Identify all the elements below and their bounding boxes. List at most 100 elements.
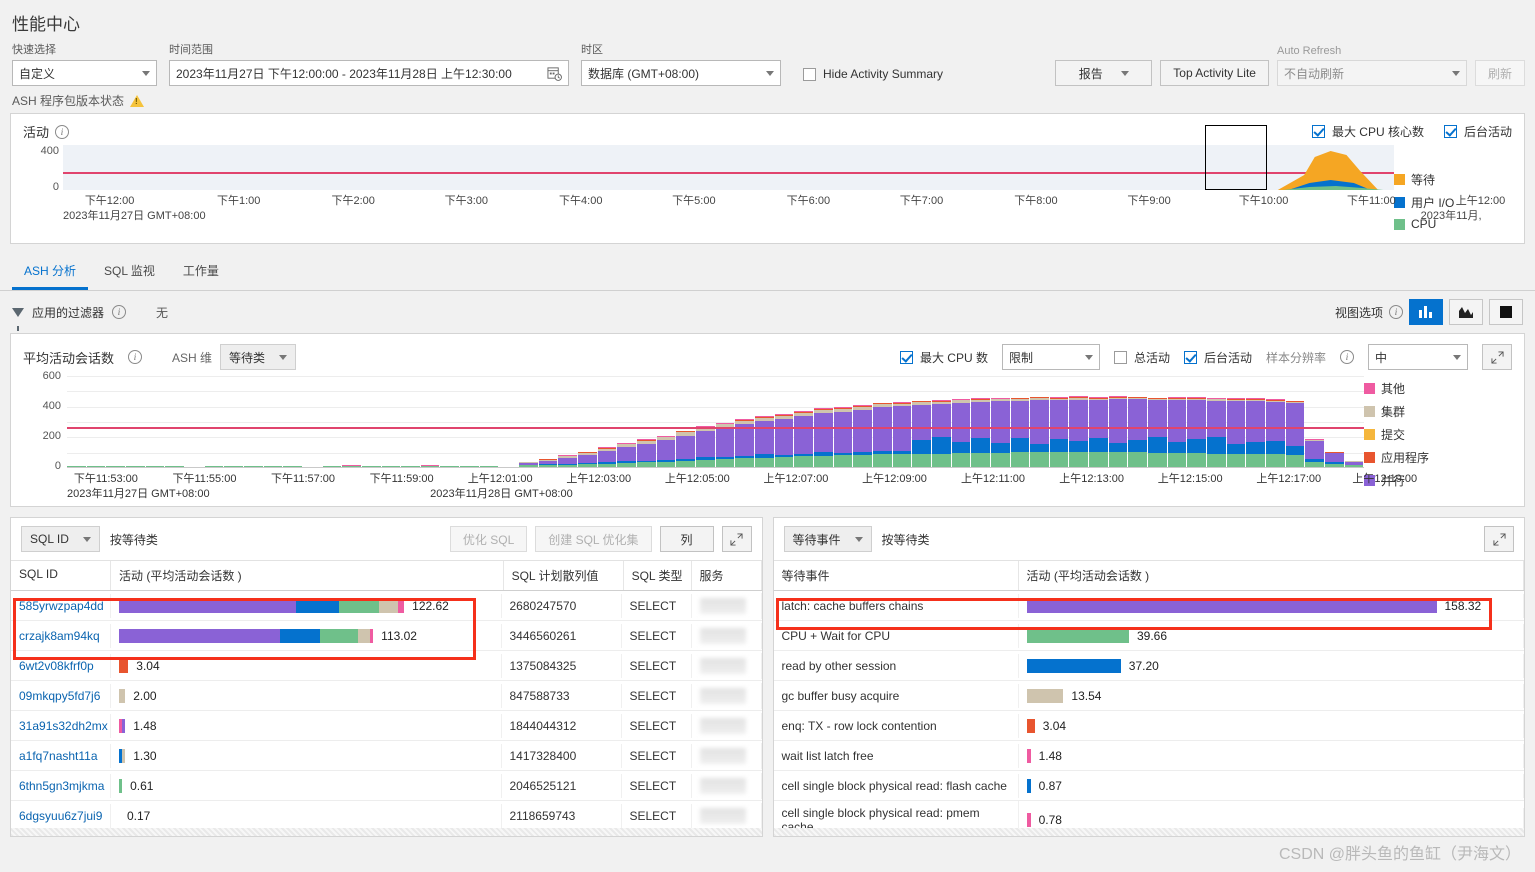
hide-activity-summary-checkbox[interactable] xyxy=(803,68,816,81)
auto-refresh-dropdown[interactable]: 不自动刷新 xyxy=(1277,60,1467,86)
ash-bar[interactable] xyxy=(1109,396,1128,467)
ash-bar[interactable] xyxy=(1069,396,1088,467)
info-icon[interactable]: i xyxy=(112,305,126,319)
ash-bar[interactable] xyxy=(519,462,538,467)
ash-bar[interactable] xyxy=(244,466,263,467)
ash-bar[interactable] xyxy=(932,400,951,467)
report-button[interactable]: 报告 xyxy=(1055,60,1152,86)
table-row[interactable]: crzajk8am94kq113.023446560261SELECT xyxy=(11,621,762,651)
ash-bar[interactable] xyxy=(1227,398,1246,467)
ash-bar[interactable] xyxy=(558,455,577,467)
horizontal-scrollbar[interactable] xyxy=(774,828,1525,836)
ash-bar[interactable] xyxy=(382,466,401,467)
ash-bar[interactable] xyxy=(971,398,990,467)
sql-id-link[interactable]: 6wt2v08kfrf0p xyxy=(19,659,94,673)
sql-id-link[interactable]: 6dgsyuu6z7jui9 xyxy=(19,809,102,823)
ash-bar[interactable] xyxy=(912,401,931,467)
ash-bar[interactable] xyxy=(106,466,125,467)
ash-bar[interactable] xyxy=(165,466,184,467)
columns-button[interactable]: 列 xyxy=(660,526,714,552)
ash-total-activity-checkbox[interactable] xyxy=(1114,351,1127,364)
calendar-clock-icon[interactable] xyxy=(547,66,562,81)
sql-id-link[interactable]: 6thn5gn3mjkma xyxy=(19,779,104,793)
ash-bar[interactable] xyxy=(1148,398,1167,467)
ash-bar[interactable] xyxy=(893,402,912,467)
ash-max-cpu-group[interactable]: 最大 CPU 数 xyxy=(900,349,988,366)
sql-header-service[interactable]: 服务 xyxy=(692,561,762,590)
sql-id-link[interactable]: 09mkqpy5fd7j6 xyxy=(19,689,100,703)
info-icon[interactable]: i xyxy=(55,125,69,139)
ash-bar[interactable] xyxy=(224,466,243,467)
ash-bar[interactable] xyxy=(480,466,499,467)
activity-plot-area[interactable] xyxy=(63,145,1394,190)
ash-bar[interactable] xyxy=(676,431,695,467)
table-row[interactable]: cell single block physical read: flash c… xyxy=(774,771,1525,801)
ash-bar[interactable] xyxy=(460,466,479,467)
ash-bar[interactable] xyxy=(1011,398,1030,467)
sql-header-plan-hash[interactable]: SQL 计划散列值 xyxy=(504,561,624,590)
tab-ash-analytics[interactable]: ASH 分析 xyxy=(12,258,88,290)
create-sql-tuning-set-button[interactable]: 创建 SQL 优化集 xyxy=(535,526,651,552)
wait-header-activity[interactable]: 活动 (平均活动会话数 ) xyxy=(1019,561,1525,590)
ash-bar[interactable] xyxy=(1305,439,1324,467)
horizontal-scrollbar[interactable] xyxy=(11,828,762,836)
ash-bar[interactable] xyxy=(1266,399,1285,467)
legend-item-wait[interactable]: 等待 xyxy=(1394,171,1514,188)
sql-header-sql-type[interactable]: SQL 类型 xyxy=(624,561,692,590)
ash-legend-item[interactable]: 提交 xyxy=(1364,426,1514,443)
table-row[interactable]: latch: cache buffers chains158.32 xyxy=(774,591,1525,621)
table-row[interactable]: read by other session37.20 xyxy=(774,651,1525,681)
view-block-button[interactable] xyxy=(1489,299,1523,325)
ash-bar[interactable] xyxy=(1089,397,1108,467)
ash-bar[interactable] xyxy=(755,416,774,467)
sql-expand-button[interactable] xyxy=(722,526,752,552)
ash-bar[interactable] xyxy=(1187,397,1206,467)
sql-id-link[interactable]: a1fq7nasht11a xyxy=(19,749,98,763)
ash-bar[interactable] xyxy=(696,426,715,467)
wait-expand-button[interactable] xyxy=(1484,526,1514,552)
ash-bar[interactable] xyxy=(1050,397,1069,467)
top-activity-lite-button[interactable]: Top Activity Lite xyxy=(1160,60,1269,86)
tab-sql-monitor[interactable]: SQL 监视 xyxy=(92,258,167,290)
ash-plot[interactable]: 600 400 200 0 下午11:53:00 下午11:55:00 下午11… xyxy=(21,376,1364,502)
ash-max-cpu-dropdown[interactable]: 限制 xyxy=(1002,344,1100,370)
wait-event-dropdown[interactable]: 等待事件 xyxy=(784,526,872,552)
hide-activity-summary-group[interactable]: Hide Activity Summary xyxy=(803,67,943,86)
refresh-button[interactable]: 刷新 xyxy=(1475,60,1525,86)
quick-select-dropdown[interactable]: 自定义 xyxy=(12,60,157,86)
table-row[interactable]: a1fq7nasht11a1.301417328400SELECT xyxy=(11,741,762,771)
table-row[interactable]: 6thn5gn3mjkma0.612046525121SELECT xyxy=(11,771,762,801)
ash-bar[interactable] xyxy=(1345,461,1364,467)
sql-id-link[interactable]: 31a91s32dh2mx xyxy=(19,719,108,733)
ash-bar[interactable] xyxy=(342,465,361,467)
ash-bar[interactable] xyxy=(1168,397,1187,467)
ash-sample-resolution-dropdown[interactable]: 中 xyxy=(1368,344,1468,370)
tune-sql-button[interactable]: 优化 SQL xyxy=(450,526,527,552)
ash-bar[interactable] xyxy=(1286,401,1305,468)
ash-legend-item[interactable]: 集群 xyxy=(1364,403,1514,420)
ash-bar[interactable] xyxy=(637,439,656,467)
ash-bar[interactable] xyxy=(716,423,735,467)
ash-bar[interactable] xyxy=(952,399,971,467)
table-row[interactable]: CPU + Wait for CPU39.66 xyxy=(774,621,1525,651)
activity-chart[interactable]: 400 0 下午12:00 下午1:00 下午2:00 下午3:00 下午 xyxy=(11,145,1524,243)
ash-bar[interactable] xyxy=(126,466,145,467)
ash-legend-item[interactable]: 其他 xyxy=(1364,380,1514,397)
timezone-dropdown[interactable]: 数据库 (GMT+08:00) xyxy=(581,60,781,86)
tab-workload[interactable]: 工作量 xyxy=(171,258,231,290)
sql-header-activity[interactable]: 活动 (平均活动会话数 ) xyxy=(111,561,504,590)
ash-bar[interactable] xyxy=(775,414,794,467)
ash-chart-body[interactable]: 600 400 200 0 下午11:53:00 下午11:55:00 下午11… xyxy=(11,376,1524,506)
ash-max-cpu-checkbox[interactable] xyxy=(900,351,913,364)
sql-id-link[interactable]: 585yrwzpap4dd xyxy=(19,599,104,613)
sql-id-dropdown[interactable]: SQL ID xyxy=(21,526,100,552)
ash-bar[interactable] xyxy=(794,411,813,467)
ash-bar[interactable] xyxy=(578,452,597,467)
table-row[interactable]: 09mkqpy5fd7j62.00847588733SELECT xyxy=(11,681,762,711)
table-row[interactable]: wait list latch free1.48 xyxy=(774,741,1525,771)
table-row[interactable]: 31a91s32dh2mx1.481844044312SELECT xyxy=(11,711,762,741)
ash-bar[interactable] xyxy=(834,407,853,467)
wait-header-event[interactable]: 等待事件 xyxy=(774,561,1019,590)
ash-bar[interactable] xyxy=(1030,397,1049,467)
table-row[interactable]: 6dgsyuu6z7jui90.172118659743SELECT xyxy=(11,801,762,831)
